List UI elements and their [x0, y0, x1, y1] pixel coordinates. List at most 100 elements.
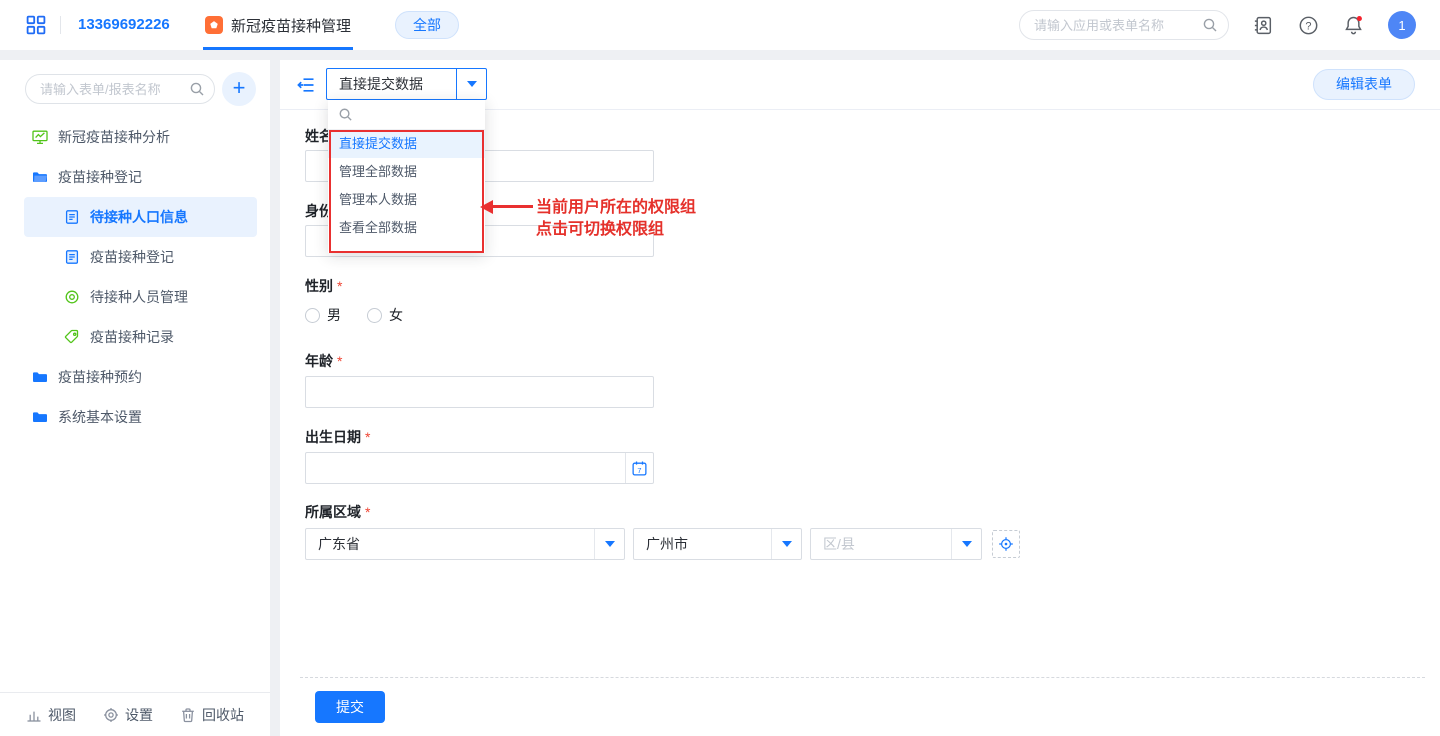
svg-text:?: ? — [1305, 20, 1311, 32]
sidebar-footer: 视图 设置 回收站 — [0, 692, 270, 736]
city-select[interactable]: 广州市 — [633, 528, 802, 560]
sidebar-group-system-settings[interactable]: 系统基本设置 — [24, 397, 257, 437]
permission-group-value: 直接提交数据 — [327, 74, 456, 94]
tag-icon — [64, 329, 80, 345]
district-placeholder: 区/县 — [811, 534, 951, 554]
header-divider — [60, 16, 61, 34]
sidebar-item-label: 系统基本设置 — [58, 407, 142, 427]
sidebar-item-label: 疫苗接种预约 — [58, 367, 142, 387]
apps-grid-icon[interactable] — [26, 15, 46, 35]
gender-option-female[interactable]: 女 — [367, 305, 403, 325]
dropdown-search[interactable] — [328, 100, 485, 130]
settings-button[interactable]: 设置 — [103, 705, 153, 725]
annotation-line-2: 点击可切换权限组 — [536, 219, 696, 241]
age-input[interactable] — [305, 376, 654, 408]
sidebar-item-label: 待接种人员管理 — [90, 287, 188, 307]
permission-group-dropdown: 直接提交数据 管理全部数据 管理本人数据 查看全部数据 — [328, 100, 485, 253]
sidebar-item-label: 疫苗接种记录 — [90, 327, 174, 347]
app-tab-label: 新冠疫苗接种管理 — [231, 15, 351, 36]
date-picker-trigger[interactable]: 7 — [625, 453, 653, 483]
footer-divider — [300, 677, 1425, 678]
recycle-bin-label: 回收站 — [202, 705, 244, 725]
collapse-sidebar-icon[interactable] — [296, 75, 316, 95]
permission-group-select[interactable]: 直接提交数据 — [326, 68, 487, 100]
gender-field-label: 性别* — [305, 276, 342, 296]
settings-label: 设置 — [125, 705, 153, 725]
dropdown-option-view-all[interactable]: 查看全部数据 — [328, 214, 485, 242]
city-value: 广州市 — [634, 534, 771, 554]
dropdown-option-direct-submit[interactable]: 直接提交数据 — [328, 130, 485, 158]
form-icon — [64, 249, 80, 265]
birth-date-field-label: 出生日期* — [305, 427, 370, 447]
age-field-label: 年龄* — [305, 351, 342, 371]
gear-icon — [103, 707, 119, 723]
birth-date-input[interactable]: 7 — [305, 452, 654, 484]
district-select[interactable]: 区/县 — [810, 528, 982, 560]
sidebar-item-label: 疫苗接种登记 — [58, 167, 142, 187]
locate-button[interactable] — [992, 530, 1020, 558]
recycle-bin-button[interactable]: 回收站 — [180, 705, 244, 725]
sidebar-item-vaccine-registration[interactable]: 疫苗接种登记 — [24, 237, 257, 277]
user-avatar[interactable]: 1 — [1388, 11, 1416, 39]
search-icon — [189, 81, 205, 97]
sidebar-item-personnel-management[interactable]: 待接种人员管理 — [24, 277, 257, 317]
form-search — [25, 74, 215, 104]
sidebar-item-label: 待接种人口信息 — [90, 207, 188, 227]
dropdown-option-manage-own[interactable]: 管理本人数据 — [328, 186, 485, 214]
svg-text:7: 7 — [637, 465, 641, 474]
views-label: 视图 — [48, 705, 76, 725]
province-value: 广东省 — [306, 534, 594, 554]
gender-radio-group: 男 女 — [305, 305, 403, 325]
radio-icon[interactable] — [367, 308, 382, 323]
views-button[interactable]: 视图 — [26, 705, 76, 725]
annotation-line-1: 当前用户所在的权限组 — [536, 197, 696, 219]
form-search-input[interactable] — [25, 74, 215, 104]
top-header: 13369692226 新冠疫苗接种管理 全部 — [0, 0, 1440, 50]
page: 13369692226 新冠疫苗接种管理 全部 — [0, 0, 1440, 736]
sidebar-item-vaccine-records[interactable]: 疫苗接种记录 — [24, 317, 257, 357]
help-icon[interactable]: ? — [1298, 15, 1319, 36]
contacts-icon[interactable] — [1253, 15, 1274, 36]
dashboard-icon — [32, 129, 48, 145]
dropdown-option-manage-all[interactable]: 管理全部数据 — [328, 158, 485, 186]
submit-button[interactable]: 提交 — [315, 691, 385, 723]
app-logo-icon — [205, 16, 223, 34]
sidebar-menu: 新冠疫苗接种分析 疫苗接种登记 待接种人口信息 — [0, 117, 270, 437]
folder-open-icon — [32, 169, 48, 185]
sidebar-item-label: 新冠疫苗接种分析 — [58, 127, 170, 147]
annotation-text: 当前用户所在的权限组 点击可切换权限组 — [536, 197, 696, 241]
workspace-phone-number[interactable]: 13369692226 — [78, 0, 170, 50]
header-right-cluster: ? 1 — [1019, 0, 1416, 50]
tab-vaccine-app[interactable]: 新冠疫苗接种管理 — [203, 0, 353, 50]
sidebar-item-population-info[interactable]: 待接种人口信息 — [24, 197, 257, 237]
filter-all-pill[interactable]: 全部 — [395, 11, 459, 39]
add-form-button[interactable]: + — [222, 72, 256, 106]
province-select[interactable]: 广东省 — [305, 528, 625, 560]
sidebar-item-label: 疫苗接种登记 — [90, 247, 174, 267]
global-search — [1019, 10, 1229, 40]
folder-icon — [32, 369, 48, 385]
sidebar-group-registration[interactable]: 疫苗接种登记 — [24, 157, 257, 197]
radio-icon[interactable] — [305, 308, 320, 323]
search-icon — [1202, 17, 1218, 33]
global-search-input[interactable] — [1019, 10, 1229, 40]
chevron-down-icon — [467, 81, 477, 87]
gender-option-male[interactable]: 男 — [305, 305, 341, 325]
annotation-arrow-tail — [492, 205, 533, 208]
notification-bell-icon[interactable] — [1343, 15, 1364, 36]
select-arrow-zone[interactable] — [456, 69, 486, 99]
sidebar-group-appointment[interactable]: 疫苗接种预约 — [24, 357, 257, 397]
chevron-down-icon — [605, 541, 615, 547]
bar-chart-icon — [26, 707, 42, 723]
locate-icon — [998, 536, 1014, 552]
sidebar-item-analysis[interactable]: 新冠疫苗接种分析 — [24, 117, 257, 157]
manage-icon — [64, 289, 80, 305]
folder-icon — [32, 409, 48, 425]
sidebar: + 新冠疫苗接种分析 疫苗接种登记 — [0, 60, 270, 736]
trash-icon — [180, 707, 196, 723]
calendar-icon: 7 — [631, 460, 648, 477]
form-icon — [64, 209, 80, 225]
chevron-down-icon — [962, 541, 972, 547]
edit-form-button[interactable]: 编辑表单 — [1313, 69, 1415, 100]
search-icon — [338, 107, 353, 122]
